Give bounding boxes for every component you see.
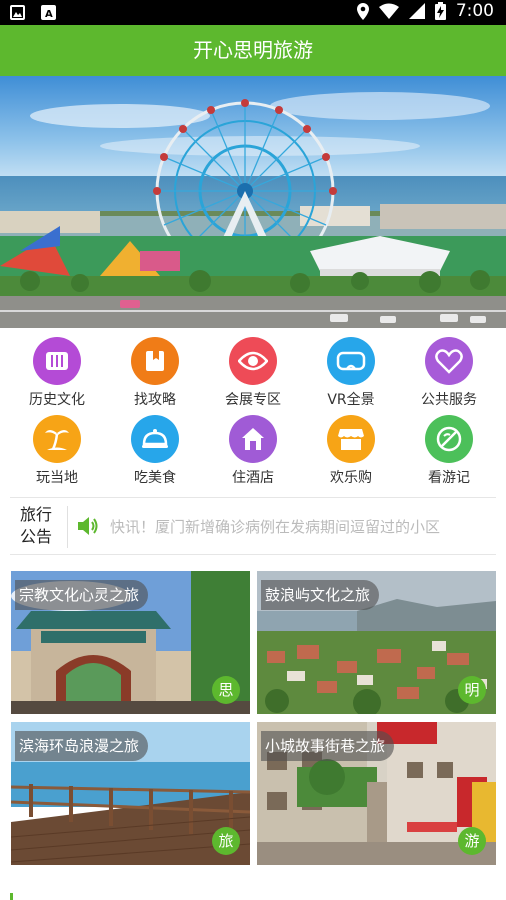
route-card-seaside[interactable]: 滨海环岛浪漫之旅 旅: [11, 722, 250, 865]
banner-image: [0, 76, 506, 328]
history-culture-icon: [33, 337, 81, 385]
heart-hands-icon: [425, 337, 473, 385]
vr-goggles-icon: [327, 337, 375, 385]
travel-note-icon: [425, 415, 473, 463]
palm-tree-icon: [33, 415, 81, 463]
eye-icon: [229, 337, 277, 385]
wifi-icon: [378, 3, 399, 19]
grid-item-play-local[interactable]: 玩当地: [8, 411, 106, 489]
grid-item-food[interactable]: 吃美食: [106, 411, 204, 489]
notice-divider: [67, 506, 68, 548]
grid-item-vr[interactable]: VR全景: [302, 333, 400, 411]
card-badge: 旅: [212, 827, 240, 855]
grid-label: 看游记: [428, 470, 470, 486]
house-icon: [229, 415, 277, 463]
section-marker: [10, 893, 13, 900]
category-row-2: 玩当地 吃美食 住酒店 欢乐购 看游记: [8, 411, 498, 489]
category-grid: 历史文化 找攻略 会展专区 VR全景 公共服务 玩当地 吃美食 住酒店 欢乐购 …: [8, 333, 498, 489]
card-title-tag: 小城故事街巷之旅: [261, 731, 395, 761]
location-icon: [356, 2, 369, 20]
gallery-notification-icon: [10, 5, 25, 20]
card-badge: 思: [212, 676, 240, 704]
card-title-tag: 宗教文化心灵之旅: [15, 580, 149, 610]
grid-label: 历史文化: [29, 392, 85, 408]
grid-label: 玩当地: [36, 470, 78, 486]
font-notification-icon: A: [41, 5, 56, 20]
grid-item-exhibition[interactable]: 会展专区: [204, 333, 302, 411]
grid-item-find-guide[interactable]: 找攻略: [106, 333, 204, 411]
category-row-1: 历史文化 找攻略 会展专区 VR全景 公共服务: [8, 333, 498, 411]
card-title-tag: 滨海环岛浪漫之旅: [15, 731, 149, 761]
grid-label: 找攻略: [134, 392, 176, 408]
speaker-icon: [78, 517, 98, 535]
grid-label: 欢乐购: [330, 470, 372, 486]
grid-item-hotel[interactable]: 住酒店: [204, 411, 302, 489]
grid-item-history-culture[interactable]: 历史文化: [8, 333, 106, 411]
grid-item-public-service[interactable]: 公共服务: [400, 333, 498, 411]
status-bar: A 7:00: [0, 0, 506, 25]
grid-item-shopping[interactable]: 欢乐购: [302, 411, 400, 489]
clock: 7:00: [455, 1, 494, 21]
notice-title-line-1: 旅行: [19, 505, 52, 524]
grid-label: 公共服务: [421, 392, 477, 408]
banner-carousel[interactable]: [0, 76, 506, 328]
notice-title-line-2: 公告: [19, 527, 52, 546]
app-title: 开心思明旅游: [0, 25, 506, 76]
grid-item-travel-notes[interactable]: 看游记: [400, 411, 498, 489]
notice-title: 旅行 公告: [14, 504, 58, 548]
card-badge: 明: [458, 676, 486, 704]
svg-text:A: A: [45, 9, 53, 18]
grid-label: 会展专区: [225, 392, 281, 408]
route-card-gulangyu[interactable]: 鼓浪屿文化之旅 明: [257, 571, 496, 714]
notice-marquee-text: 快讯！厦门新增确诊病例在发病期间逗留过的小区: [110, 518, 441, 536]
grid-label: 吃美食: [134, 470, 176, 486]
food-cloche-icon: [131, 415, 179, 463]
route-card-town-streets[interactable]: 小城故事街巷之旅 游: [257, 722, 496, 865]
guide-book-icon: [131, 337, 179, 385]
battery-icon: [434, 2, 446, 20]
card-title-tag: 鼓浪屿文化之旅: [261, 580, 380, 610]
shop-icon: [327, 415, 375, 463]
route-card-religious[interactable]: 宗教文化心灵之旅 思: [11, 571, 250, 714]
travel-notice[interactable]: 旅行 公告 快讯！厦门新增确诊病例在发病期间逗留过的小区: [10, 497, 496, 555]
signal-icon: [408, 3, 425, 19]
grid-label: 住酒店: [232, 470, 274, 486]
card-badge: 游: [458, 827, 486, 855]
grid-label: VR全景: [327, 392, 375, 408]
